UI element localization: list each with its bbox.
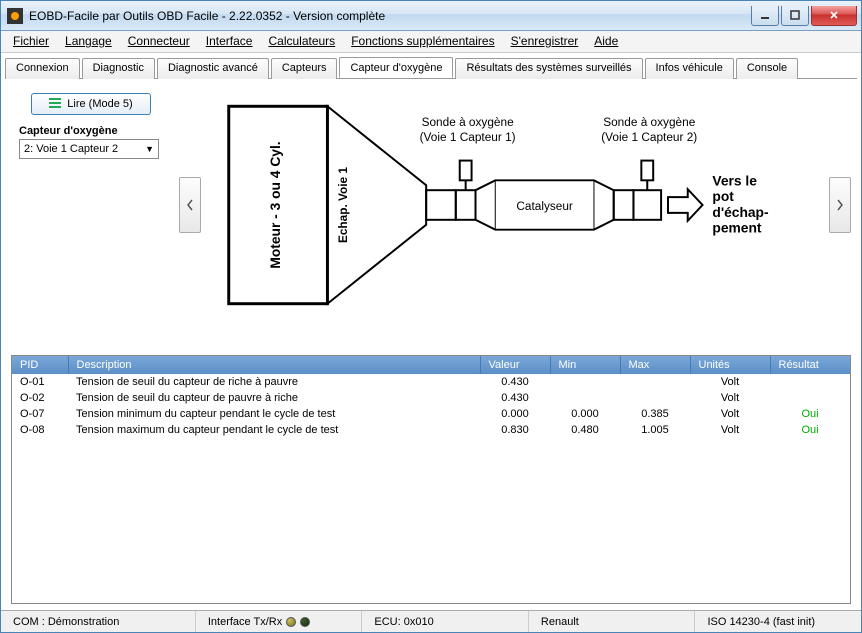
cell-max (620, 374, 690, 390)
cell-unit: Volt (690, 422, 770, 438)
cell-unit: Volt (690, 406, 770, 422)
cell-unit: Volt (690, 374, 770, 390)
tab-capteur-oxygene[interactable]: Capteur d'oxygène (339, 57, 453, 78)
menubar: Fichier Langage Connecteur Interface Cal… (1, 31, 861, 53)
catalyst-label: Catalyseur (516, 199, 573, 213)
read-button-label: Lire (Mode 5) (67, 98, 132, 110)
cell-val: 0.000 (480, 406, 550, 422)
results-table: PID Description Valeur Min Max Unités Ré… (12, 356, 850, 438)
cell-max (620, 390, 690, 406)
cell-desc: Tension maximum du capteur pendant le cy… (68, 422, 480, 438)
cell-val: 0.830 (480, 422, 550, 438)
cell-pid: O-02 (12, 390, 68, 406)
engine-label: Moteur - 3 ou 4 Cyl. (267, 141, 283, 268)
status-com: COM : Démonstration (1, 611, 196, 632)
menu-interface[interactable]: Interface (198, 31, 261, 52)
th-min[interactable]: Min (550, 356, 620, 374)
tabbar: Connexion Diagnostic Diagnostic avancé C… (1, 53, 861, 78)
out-label-2: pot (712, 188, 734, 204)
menu-calculateurs[interactable]: Calculateurs (260, 31, 343, 52)
table-row[interactable]: O-01Tension de seuil du capteur de riche… (12, 374, 850, 390)
sensor-select-value: 2: Voie 1 Capteur 2 (24, 143, 118, 155)
cell-pid: O-01 (12, 374, 68, 390)
out-label-1: Vers le (712, 172, 757, 188)
th-max[interactable]: Max (620, 356, 690, 374)
tab-diagnostic[interactable]: Diagnostic (82, 58, 155, 79)
cell-unit: Volt (690, 390, 770, 406)
tab-connexion[interactable]: Connexion (5, 58, 80, 79)
window-title: EOBD-Facile par Outils OBD Facile - 2.22… (29, 9, 751, 23)
status-brand: Renault (529, 611, 696, 632)
cell-desc: Tension minimum du capteur pendant le cy… (68, 406, 480, 422)
menu-fonctions[interactable]: Fonctions supplémentaires (343, 31, 502, 52)
cell-pid: O-07 (12, 406, 68, 422)
sensor2-sub: (Voie 1 Capteur 2) (601, 130, 697, 144)
out-label-3: d'échap- (712, 204, 769, 220)
tab-capteurs[interactable]: Capteurs (271, 58, 338, 79)
exhaust-diagram: Moteur - 3 ou 4 Cyl. Echap. Voie 1 Sonde… (209, 85, 821, 325)
list-icon (49, 98, 61, 111)
menu-connecteur[interactable]: Connecteur (120, 31, 198, 52)
status-proto: ISO 14230-4 (fast init) (695, 611, 861, 632)
window-buttons (751, 6, 857, 26)
table-header-row: PID Description Valeur Min Max Unités Ré… (12, 356, 850, 374)
tab-content: Lire (Mode 5) Capteur d'oxygène 2: Voie … (5, 78, 857, 610)
cell-min (550, 374, 620, 390)
cell-min: 0.480 (550, 422, 620, 438)
prev-button[interactable] (179, 177, 201, 233)
menu-fichier[interactable]: Fichier (5, 31, 57, 52)
table-row[interactable]: O-07Tension minimum du capteur pendant l… (12, 406, 850, 422)
titlebar: EOBD-Facile par Outils OBD Facile - 2.22… (1, 1, 861, 31)
read-button[interactable]: Lire (Mode 5) (31, 93, 151, 115)
out-label-4: pement (712, 220, 761, 236)
th-res[interactable]: Résultat (770, 356, 850, 374)
close-button[interactable] (811, 6, 857, 26)
results-table-wrap: PID Description Valeur Min Max Unités Ré… (11, 355, 851, 604)
rx-led-icon (300, 617, 310, 627)
cell-res: Oui (770, 422, 850, 438)
cell-res (770, 390, 850, 406)
cell-res (770, 374, 850, 390)
tab-diagnostic-avance[interactable]: Diagnostic avancé (157, 58, 269, 79)
cell-min (550, 390, 620, 406)
cell-val: 0.430 (480, 374, 550, 390)
th-pid[interactable]: PID (12, 356, 68, 374)
minimize-button[interactable] (751, 6, 779, 26)
menu-aide[interactable]: Aide (586, 31, 626, 52)
cell-desc: Tension de seuil du capteur de riche à p… (68, 374, 480, 390)
status-ecu: ECU: 0x010 (362, 611, 529, 632)
th-val[interactable]: Valeur (480, 356, 550, 374)
table-row[interactable]: O-08Tension maximum du capteur pendant l… (12, 422, 850, 438)
menu-senregistrer[interactable]: S'enregistrer (503, 31, 587, 52)
cell-max: 1.005 (620, 422, 690, 438)
tx-led-icon (286, 617, 296, 627)
sensor2-title: Sonde à oxygène (603, 115, 695, 129)
sensor1-sub: (Voie 1 Capteur 1) (420, 130, 516, 144)
next-button[interactable] (829, 177, 851, 233)
cell-val: 0.430 (480, 390, 550, 406)
th-unit[interactable]: Unités (690, 356, 770, 374)
cell-pid: O-08 (12, 422, 68, 438)
th-desc[interactable]: Description (68, 356, 480, 374)
app-icon (7, 8, 23, 24)
cell-max: 0.385 (620, 406, 690, 422)
cell-min: 0.000 (550, 406, 620, 422)
menu-langage[interactable]: Langage (57, 31, 120, 52)
exhaust-label: Echap. Voie 1 (336, 167, 350, 243)
cell-res: Oui (770, 406, 850, 422)
status-interface: Interface Tx/Rx (196, 611, 363, 632)
maximize-button[interactable] (781, 6, 809, 26)
table-row[interactable]: O-02Tension de seuil du capteur de pauvr… (12, 390, 850, 406)
cell-desc: Tension de seuil du capteur de pauvre à … (68, 390, 480, 406)
tab-infos-vehicule[interactable]: Infos véhicule (645, 58, 734, 79)
tab-resultats[interactable]: Résultats des systèmes surveillés (455, 58, 642, 79)
sensor1-title: Sonde à oxygène (422, 115, 514, 129)
sensor-select[interactable]: 2: Voie 1 Capteur 2 ▼ (19, 139, 159, 159)
statusbar: COM : Démonstration Interface Tx/Rx ECU:… (1, 610, 861, 632)
chevron-down-icon: ▼ (145, 144, 154, 154)
sensor-select-label: Capteur d'oxygène (15, 125, 167, 137)
tab-console[interactable]: Console (736, 58, 798, 79)
